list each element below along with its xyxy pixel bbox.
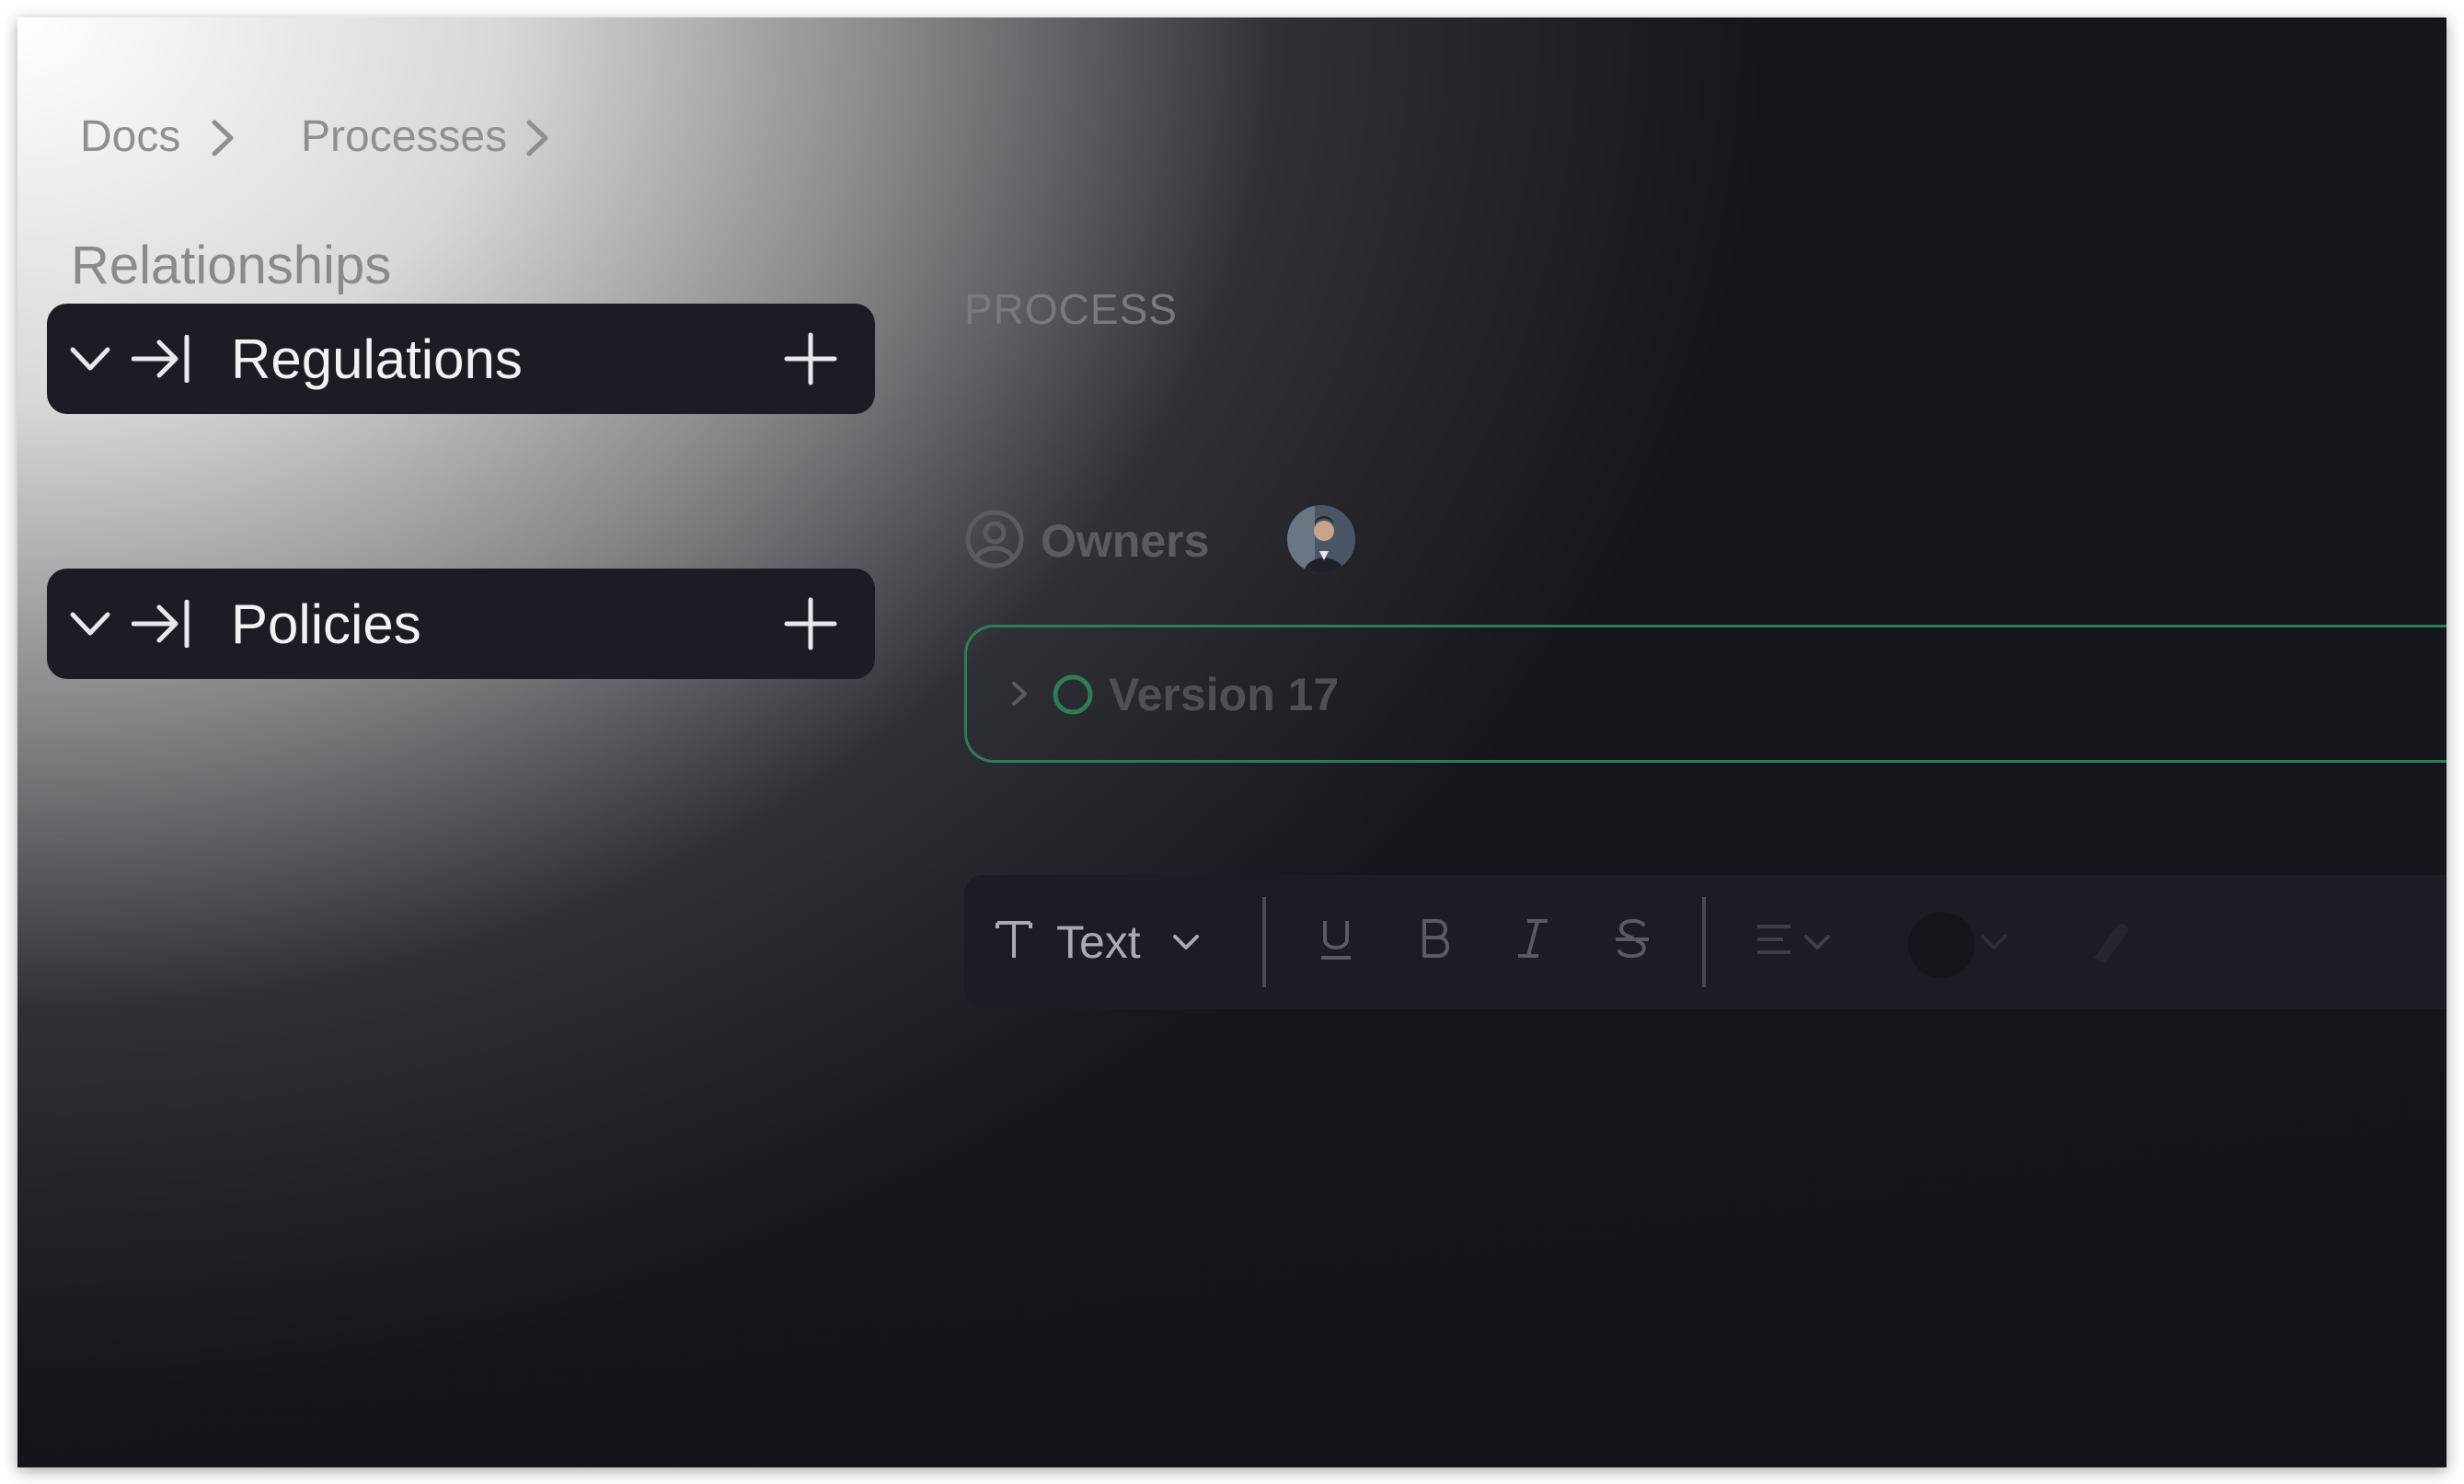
arrow-to-line-icon <box>132 335 190 383</box>
chevron-right-icon[interactable] <box>1009 679 1030 708</box>
align-icon[interactable] <box>1756 923 1792 958</box>
breadcrumb-item-processes[interactable]: Processes <box>301 111 507 162</box>
version-label: Version 17 <box>1109 669 1340 720</box>
version-row[interactable]: Version 17 <box>964 625 2447 763</box>
toolbar-divider <box>1702 897 1706 987</box>
toolbar-divider <box>1262 897 1266 987</box>
chevron-down-icon[interactable] <box>69 605 111 642</box>
italic-icon[interactable] <box>1516 917 1549 960</box>
add-icon[interactable] <box>783 331 838 386</box>
chevron-down-icon[interactable] <box>69 340 111 377</box>
breadcrumb-item-docs[interactable]: Docs <box>80 111 180 162</box>
relationship-group-policies[interactable]: Policies <box>47 569 875 679</box>
avatar[interactable] <box>1287 505 1355 573</box>
block-type-select[interactable]: Text <box>1056 915 1141 969</box>
bold-icon[interactable] <box>1419 917 1452 960</box>
owners-label: Owners <box>1041 515 1210 567</box>
text-color-icon[interactable] <box>1906 910 1976 980</box>
page-canvas: Docs Processes Relationships Regulations <box>17 17 2447 1467</box>
chevron-right-icon <box>526 120 548 156</box>
relationship-group-label: Regulations <box>231 328 523 390</box>
chevron-down-icon[interactable] <box>1172 932 1200 952</box>
highlight-icon[interactable] <box>2085 917 2136 969</box>
add-icon[interactable] <box>783 596 838 651</box>
user-circle-icon <box>965 510 1024 569</box>
formatting-toolbar: Text <box>964 875 2447 1009</box>
process-section-label: PROCESS <box>964 285 1178 333</box>
relationship-group-regulations[interactable]: Regulations <box>47 304 875 414</box>
relationships-title: Relationships <box>71 236 392 295</box>
chevron-down-icon[interactable] <box>1980 932 2008 952</box>
relationship-group-label: Policies <box>231 593 421 655</box>
arrow-to-line-icon <box>132 600 190 648</box>
chevron-down-icon[interactable] <box>1803 932 1831 952</box>
underline-icon[interactable] <box>1318 917 1354 961</box>
strikethrough-icon[interactable] <box>1614 917 1651 960</box>
text-type-icon <box>996 921 1032 958</box>
chevron-right-icon <box>212 120 234 156</box>
status-circle-icon <box>1053 674 1093 715</box>
